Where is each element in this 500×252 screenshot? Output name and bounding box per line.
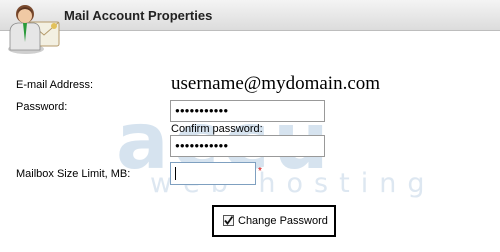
checkmark-icon — [224, 215, 234, 225]
confirm-password-masked-value: ●●●●●●●●●●● — [175, 141, 229, 150]
required-asterisk: * — [258, 166, 262, 177]
mailbox-size-input[interactable] — [170, 162, 256, 185]
change-password-control[interactable]: Change Password — [212, 205, 336, 237]
panel-title: Mail Account Properties — [64, 8, 213, 23]
email-address-value: username@mydomain.com — [171, 73, 381, 94]
confirm-password-label: Confirm password: — [171, 123, 263, 135]
password-masked-value: ●●●●●●●●●●● — [175, 106, 229, 115]
mail-account-properties-panel: Mail Account Properties accu web hosting… — [0, 0, 500, 252]
confirm-password-input[interactable]: ●●●●●●●●●●● — [170, 135, 325, 157]
change-password-label: Change Password — [238, 215, 328, 227]
mailbox-size-label: Mailbox Size Limit, MB: — [16, 168, 131, 180]
text-cursor — [175, 167, 176, 180]
password-input[interactable]: ●●●●●●●●●●● — [170, 100, 325, 122]
password-label: Password: — [16, 101, 68, 113]
email-label: E-mail Address: — [16, 79, 94, 91]
change-password-checkbox[interactable] — [223, 215, 234, 226]
mail-user-icon — [8, 5, 60, 54]
panel-header: Mail Account Properties — [0, 0, 500, 31]
